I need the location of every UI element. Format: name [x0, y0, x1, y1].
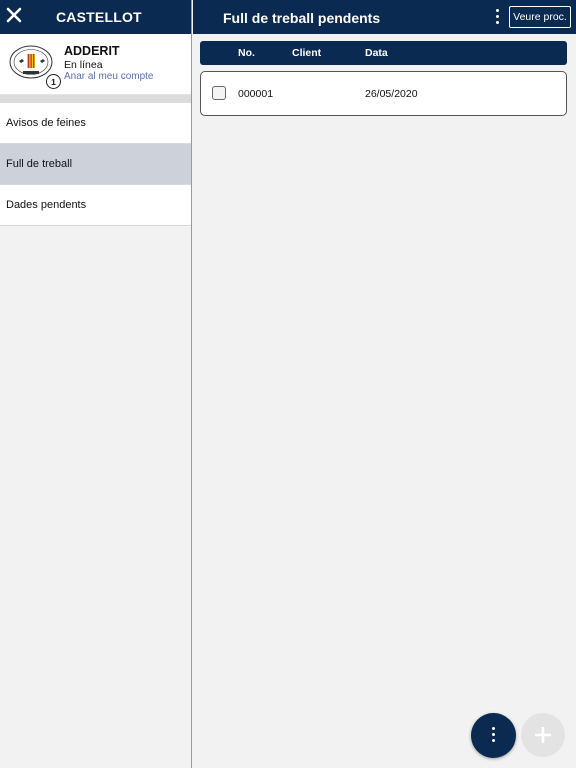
sidebar-item-dades-pendents[interactable]: Dades pendents: [0, 185, 191, 226]
page-title: Full de treball pendents: [223, 10, 381, 26]
sidebar: CASTELLOT ADDERIT En línea Anar al meu c…: [0, 0, 192, 768]
castellot-logo: [9, 45, 53, 79]
app-title: CASTELLOT: [56, 9, 142, 25]
row-checkbox[interactable]: [212, 86, 226, 100]
row-no: 000001: [238, 88, 274, 100]
row-data: 26/05/2020: [365, 88, 418, 100]
fab-menu-button[interactable]: [471, 713, 516, 758]
sidebar-item-full-de-treball[interactable]: Full de treball: [0, 144, 191, 185]
sidebar-item-avisos-de-feines[interactable]: Avisos de feines: [0, 103, 191, 144]
column-header-client: Client: [292, 47, 322, 59]
sidebar-header: CASTELLOT: [0, 0, 191, 34]
main-header: Full de treball pendents Veure proc.: [193, 0, 576, 34]
sidebar-menu: Avisos de feines Full de treball Dades p…: [0, 103, 191, 226]
kebab-icon: [492, 727, 495, 745]
table-header: No. Client Data: [200, 41, 567, 65]
divider: [0, 95, 191, 103]
close-icon[interactable]: [6, 7, 22, 23]
account-status: En línea: [64, 59, 103, 71]
fab-add-button[interactable]: [521, 713, 565, 757]
column-header-data: Data: [365, 47, 388, 59]
table-row[interactable]: 000001 26/05/2020: [200, 71, 567, 116]
more-options-icon[interactable]: [496, 9, 500, 25]
account-panel: ADDERIT En línea Anar al meu compte: [0, 34, 191, 95]
account-name: ADDERIT: [64, 44, 120, 58]
account-link[interactable]: Anar al meu compte: [64, 71, 154, 82]
veure-proc-button[interactable]: Veure proc.: [509, 6, 571, 28]
notification-badge: 1: [46, 74, 61, 89]
column-header-no: No.: [238, 47, 255, 59]
plus-icon: [535, 727, 551, 743]
